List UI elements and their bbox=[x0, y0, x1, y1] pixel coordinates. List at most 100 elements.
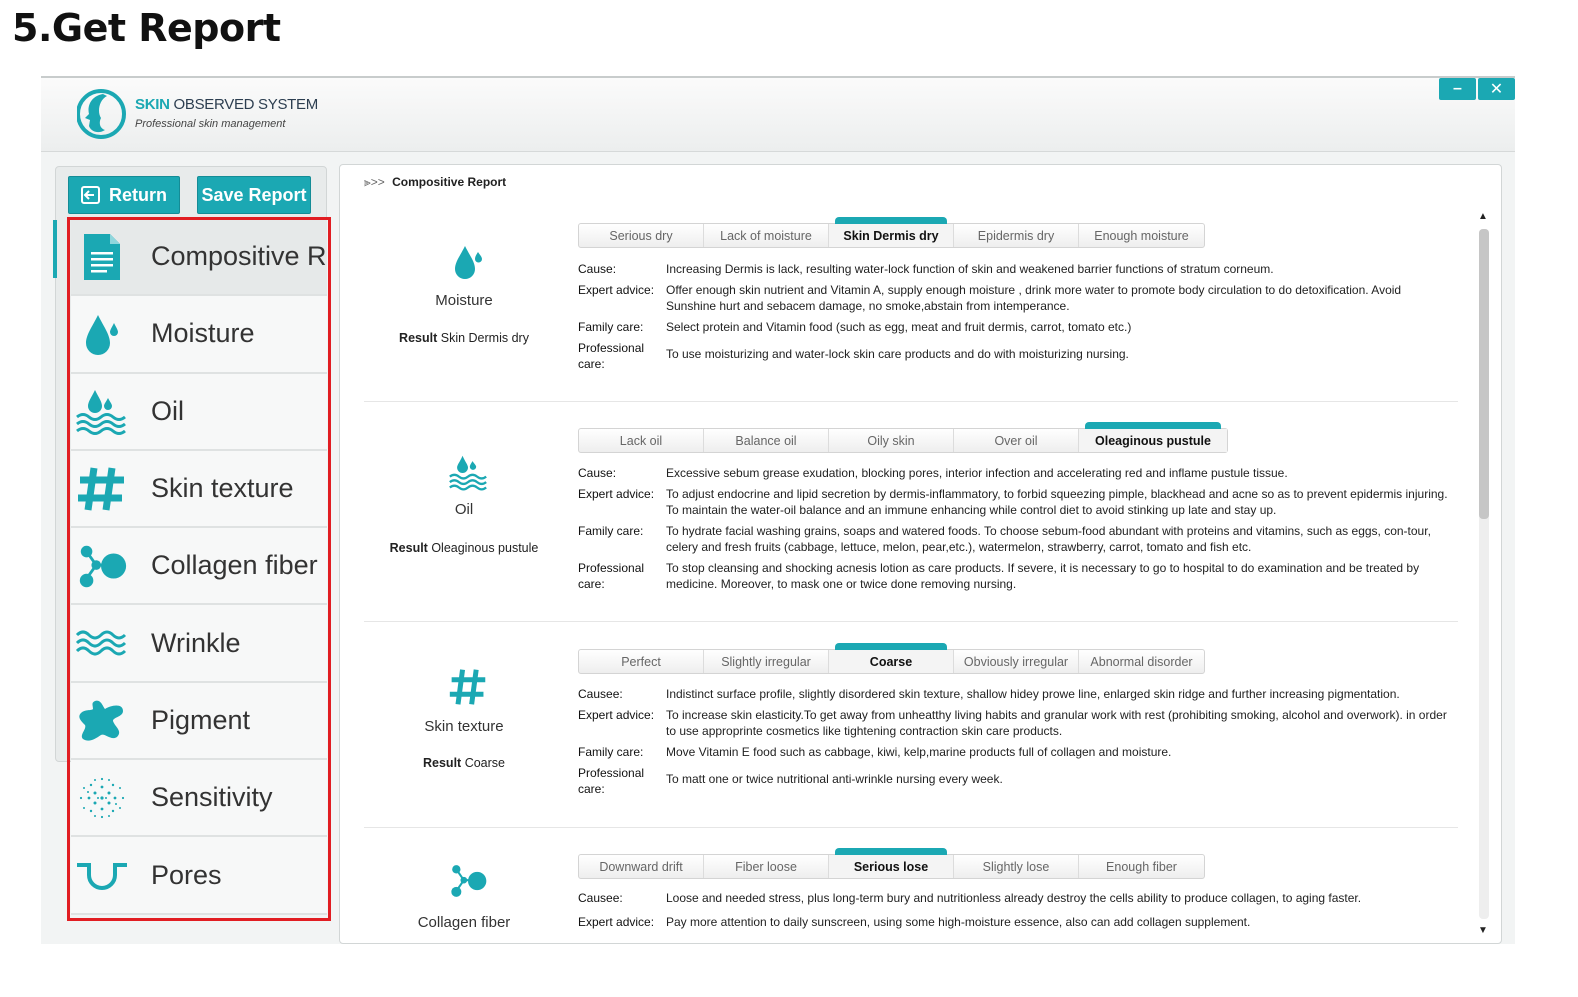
level-selector: Serious dry Lack of moisture Skin Dermis… bbox=[578, 217, 1205, 248]
advice-rows: Causee: Loose and needed stress, plus lon… bbox=[578, 890, 1454, 935]
return-label: Return bbox=[109, 184, 167, 205]
sidebar-item-label: Wrinkle bbox=[151, 627, 241, 658]
collagen-fiber-section: Collagen fiber Downward drift Fiber loos… bbox=[364, 829, 1458, 943]
advice-row: Expert advice: To increase skin elasticit… bbox=[578, 708, 1447, 738]
document-icon bbox=[75, 230, 129, 284]
save-report-button[interactable]: Save Report bbox=[197, 176, 311, 214]
section-result: Result Oleaginous pustule bbox=[389, 541, 539, 555]
scroll-down-arrow-icon[interactable]: ▼ bbox=[1475, 923, 1491, 939]
advice-row: Family care: Move Vitamin E food such as … bbox=[578, 745, 1172, 759]
sidebar-item-collagen-fiber[interactable]: Collagen fiber bbox=[71, 528, 327, 606]
molecule-icon bbox=[448, 859, 488, 903]
minimize-button[interactable]: – bbox=[1439, 78, 1476, 100]
scroll-track[interactable] bbox=[1479, 229, 1489, 919]
section-result: Result Coarse bbox=[423, 756, 505, 770]
level-option[interactable]: Fiber loose bbox=[704, 855, 829, 878]
level-option-selected[interactable]: Serious lose bbox=[829, 848, 954, 878]
hash-icon bbox=[75, 462, 129, 516]
advice-row: Expert advice: To adjust endocrine and li… bbox=[578, 487, 1448, 517]
sidebar-item-sensitivity[interactable]: Sensitivity bbox=[71, 760, 327, 838]
report-panel: ⫸>> Compositive Report Moisture Result S… bbox=[339, 164, 1502, 944]
advice-row: Cause: Increasing Dermis is lack, resulti… bbox=[578, 262, 1274, 276]
level-option-selected[interactable]: Oleaginous pustule bbox=[1079, 422, 1227, 452]
level-option[interactable]: Over oil bbox=[954, 429, 1079, 452]
level-selector: Lack oil Balance oil Oily skin Over oil … bbox=[578, 422, 1228, 453]
level-option[interactable]: Lack oil bbox=[579, 429, 704, 452]
level-option[interactable]: Downward drift bbox=[579, 855, 704, 878]
sidebar-item-moisture[interactable]: Moisture bbox=[71, 296, 327, 374]
titlebar: SKIN OBSERVED SYSTEM Professional skin m… bbox=[41, 78, 1515, 152]
level-selector: Perfect Slightly irregular Coarse Obviou… bbox=[578, 643, 1205, 674]
sidebar-item-oil[interactable]: Oil bbox=[71, 373, 327, 451]
report-scrollbar[interactable]: ▲ ▼ bbox=[1475, 209, 1491, 939]
water-drop-icon bbox=[75, 307, 129, 361]
level-option[interactable]: Serious dry bbox=[579, 224, 704, 247]
level-option[interactable]: Lack of moisture bbox=[704, 224, 829, 247]
advice-row: Causee: Loose and needed stress, plus lon… bbox=[578, 891, 1362, 905]
advice-row: Family care: Select protein and Vitamin f… bbox=[578, 320, 1132, 334]
sidebar-item-pigment[interactable]: Pigment bbox=[71, 682, 327, 761]
advice-row: Causee: Indistinct surface profile, sligh… bbox=[578, 687, 1400, 701]
section-result: Result Skin Dermis dry bbox=[399, 331, 529, 345]
advice-row: Cause: Excessive sebum grease exudation, … bbox=[578, 466, 1288, 480]
sidebar-item-label: Pigment bbox=[151, 704, 251, 735]
advice-row: Expert advice: Pay more attention to dail… bbox=[578, 915, 1251, 929]
section-name: Collagen fiber bbox=[417, 914, 511, 931]
breadcrumb-arrows: ⫸>> bbox=[364, 175, 385, 189]
app-name: SKIN OBSERVED SYSTEM bbox=[135, 96, 318, 113]
sidebar-item-skin-texture[interactable]: Skin texture bbox=[71, 450, 327, 529]
sidebar-item-label: Pores bbox=[151, 859, 222, 890]
sidebar-item-label: Compositive R bbox=[151, 241, 327, 272]
scroll-up-arrow-icon[interactable]: ▲ bbox=[1475, 209, 1491, 225]
level-option[interactable]: Slightly irregular bbox=[704, 650, 829, 673]
active-indicator bbox=[53, 220, 57, 278]
sidebar-item-label: Sensitivity bbox=[151, 782, 273, 813]
molecule-icon bbox=[75, 539, 129, 593]
level-option[interactable]: Slightly lose bbox=[954, 855, 1079, 878]
scroll-thumb[interactable] bbox=[1479, 229, 1489, 519]
level-option[interactable]: Epidermis dry bbox=[954, 224, 1079, 247]
skin-texture-section: Skin texture Result Coarse Perfect Sligh… bbox=[364, 623, 1458, 828]
section-name: Oil bbox=[454, 501, 474, 518]
sidebar-item-pores[interactable]: Pores bbox=[71, 837, 327, 915]
close-button[interactable]: ✕ bbox=[1478, 78, 1515, 100]
advice-rows: Cause: Increasing Dermis is lack, resulti… bbox=[578, 261, 1454, 377]
level-option-selected[interactable]: Skin Dermis dry bbox=[829, 217, 954, 247]
advice-rows: Causee: Indistinct surface profile, sligh… bbox=[578, 686, 1454, 802]
splash-icon bbox=[75, 693, 129, 747]
level-option[interactable]: Enough moisture bbox=[1079, 224, 1204, 247]
sidebar-item-wrinkle[interactable]: Wrinkle bbox=[71, 605, 327, 683]
pore-icon bbox=[75, 848, 129, 902]
advice-row: Family care: To hydrate facial washing gr… bbox=[578, 524, 1431, 554]
report-header: ⫸>> Compositive Report bbox=[364, 175, 506, 190]
level-option[interactable]: Oily skin bbox=[829, 429, 954, 452]
face-logo-icon bbox=[77, 89, 126, 139]
window-controls: – ✕ bbox=[1439, 78, 1515, 100]
return-button[interactable]: Return bbox=[68, 176, 180, 214]
return-icon bbox=[81, 186, 100, 204]
sidebar-item-compositive-report[interactable]: Compositive R bbox=[71, 219, 327, 297]
level-option[interactable]: Enough fiber bbox=[1079, 855, 1204, 878]
sidebar-nav: Compositive R Moisture Oil Skin texture … bbox=[71, 219, 327, 915]
water-drop-icon bbox=[448, 241, 488, 285]
level-selector: Downward drift Fiber loose Serious lose … bbox=[578, 848, 1205, 879]
level-option-selected[interactable]: Coarse bbox=[829, 643, 954, 673]
level-option[interactable]: Abnormal disorder bbox=[1079, 650, 1204, 673]
oil-icon bbox=[448, 451, 488, 495]
page-heading: 5.Get Report bbox=[12, 6, 281, 50]
advice-row: Professional care: To use moisturizing an… bbox=[578, 341, 1129, 371]
sidebar-item-label: Skin texture bbox=[151, 473, 294, 504]
app-subtitle: Professional skin management bbox=[135, 118, 286, 130]
level-option[interactable]: Obviously irregular bbox=[954, 650, 1079, 673]
level-option[interactable]: Balance oil bbox=[704, 429, 829, 452]
sidebar-item-label: Oil bbox=[151, 395, 184, 426]
level-option[interactable]: Perfect bbox=[579, 650, 704, 673]
advice-row: Professional care: To stop cleansing and … bbox=[578, 561, 1420, 591]
wave-icon bbox=[75, 616, 129, 670]
report-title: Compositive Report bbox=[392, 175, 507, 189]
sidebar-item-label: Moisture bbox=[151, 318, 255, 349]
moisture-section: Moisture Result Skin Dermis dry Serious … bbox=[364, 209, 1458, 402]
oil-icon bbox=[75, 384, 129, 438]
advice-rows: Cause: Excessive sebum grease exudation, … bbox=[578, 465, 1454, 597]
dots-icon bbox=[75, 771, 129, 825]
